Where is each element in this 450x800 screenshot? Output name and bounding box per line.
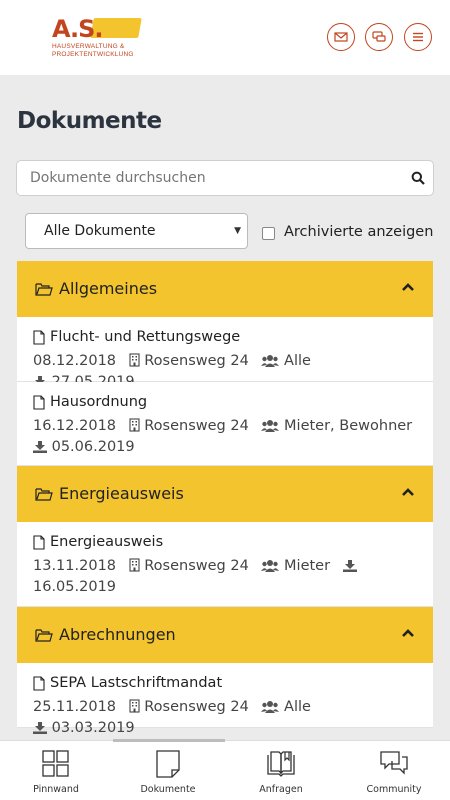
document-row[interactable]: Hausordnung 16.12.2018 Rosensweg 24 Miet… bbox=[17, 382, 433, 466]
logo-tagline-1: HAUSVERWALTUNG & bbox=[52, 43, 125, 50]
download-icon bbox=[33, 441, 47, 453]
file-icon bbox=[33, 675, 45, 691]
archived-checkbox-label[interactable]: Archivierte anzeigen bbox=[284, 224, 433, 240]
users-icon bbox=[261, 701, 280, 713]
section-header-energieausweis[interactable]: Energieausweis bbox=[17, 466, 433, 522]
folder-open-icon bbox=[35, 488, 53, 501]
menu-button[interactable] bbox=[404, 23, 432, 51]
section-header-allgemeines[interactable]: Allgemeines bbox=[17, 261, 433, 317]
mail-button[interactable] bbox=[327, 23, 355, 51]
building-icon bbox=[129, 558, 140, 572]
file-icon bbox=[33, 394, 45, 410]
nav-label: Anfragen bbox=[259, 784, 303, 795]
document-date: 08.12.2018 bbox=[33, 353, 117, 369]
section-title: Energieausweis bbox=[59, 484, 184, 503]
document-date: 25.11.2018 bbox=[33, 699, 117, 715]
document-location: Rosensweg 24 bbox=[144, 699, 249, 715]
logo-tagline-2: PROJEKTENTWICKLUNG bbox=[52, 51, 134, 58]
document-name[interactable]: SEPA Lastschriftmandat bbox=[50, 675, 222, 691]
page-title: Dokumente bbox=[17, 108, 162, 134]
search-input[interactable] bbox=[30, 170, 410, 186]
building-icon bbox=[129, 418, 140, 432]
book-icon bbox=[267, 751, 295, 777]
download-icon bbox=[342, 560, 357, 572]
archived-checkbox[interactable] bbox=[262, 227, 275, 240]
document-audience: Alle bbox=[284, 353, 311, 369]
chevron-up-icon[interactable] bbox=[401, 627, 415, 639]
users-icon bbox=[261, 420, 280, 432]
nav-label: Community bbox=[366, 784, 422, 795]
document-location: Rosensweg 24 bbox=[144, 418, 249, 434]
document-download-date: 03.03.2019 bbox=[51, 720, 135, 736]
document-row[interactable]: Energieausweis 13.11.2018 Rosensweg 24 M… bbox=[17, 522, 433, 607]
document-audience: Alle bbox=[284, 699, 311, 715]
chevron-up-icon[interactable] bbox=[401, 281, 415, 293]
nav-pinnwand[interactable]: Pinnwand bbox=[0, 741, 112, 800]
building-icon bbox=[129, 353, 140, 367]
nav-anfragen[interactable]: Anfragen bbox=[225, 741, 337, 800]
nav-community[interactable]: Community bbox=[338, 741, 450, 800]
logo-mark: A.S. bbox=[52, 15, 104, 43]
nav-label: Pinnwand bbox=[33, 784, 79, 795]
document-name[interactable]: Hausordnung bbox=[50, 394, 147, 410]
app-header: A.S. HAUSVERWALTUNG & PROJEKTENTWICKLUNG bbox=[0, 0, 450, 75]
document-filter-select[interactable]: Alle Dokumente ▼ bbox=[25, 213, 248, 249]
document-download-date: 05.06.2019 bbox=[51, 439, 135, 455]
bottom-navigation: Pinnwand Dokumente Anfragen Community bbox=[0, 739, 450, 800]
grid-icon bbox=[42, 750, 69, 777]
menu-icon bbox=[413, 32, 423, 42]
users-icon bbox=[261, 560, 280, 572]
document-name[interactable]: Flucht- und Rettungswege bbox=[50, 329, 240, 345]
filter-selected-value: Alle Dokumente bbox=[44, 223, 156, 239]
folder-open-icon bbox=[35, 283, 53, 296]
document-date: 16.12.2018 bbox=[33, 418, 117, 434]
chevron-up-icon[interactable] bbox=[401, 486, 415, 498]
chat-bubbles-icon bbox=[380, 751, 408, 775]
document-icon bbox=[156, 750, 180, 778]
document-location: Rosensweg 24 bbox=[144, 558, 249, 574]
nav-dokumente[interactable]: Dokumente bbox=[112, 741, 224, 800]
document-audience: Mieter, Bewohner bbox=[284, 418, 413, 434]
document-location: Rosensweg 24 bbox=[144, 353, 249, 369]
chat-button[interactable] bbox=[365, 23, 393, 51]
chevron-down-icon: ▼ bbox=[234, 226, 241, 236]
company-logo[interactable]: A.S. HAUSVERWALTUNG & PROJEKTENTWICKLUNG bbox=[52, 16, 142, 60]
file-icon bbox=[33, 329, 45, 345]
users-icon bbox=[261, 355, 280, 367]
section-title: Abrechnungen bbox=[59, 625, 176, 644]
document-row[interactable]: SEPA Lastschriftmandat 25.11.2018 Rosens… bbox=[17, 663, 433, 736]
search-icon[interactable] bbox=[411, 171, 425, 185]
document-name[interactable]: Energieausweis bbox=[50, 534, 163, 550]
document-row[interactable]: Flucht- und Rettungswege 08.12.2018 Rose… bbox=[17, 317, 433, 390]
section-title: Allgemeines bbox=[59, 279, 158, 298]
document-audience: Mieter bbox=[284, 558, 331, 574]
download-icon bbox=[33, 722, 47, 734]
nav-label: Dokumente bbox=[140, 784, 196, 795]
mail-icon bbox=[334, 32, 348, 42]
file-icon bbox=[33, 534, 45, 550]
section-header-abrechnungen[interactable]: Abrechnungen bbox=[17, 607, 433, 663]
document-date: 13.11.2018 bbox=[33, 558, 117, 574]
folder-open-icon bbox=[35, 629, 53, 642]
chat-icon bbox=[372, 31, 386, 42]
building-icon bbox=[129, 699, 140, 713]
search-box[interactable] bbox=[16, 160, 434, 196]
document-download-date: 16.05.2019 bbox=[33, 579, 117, 595]
